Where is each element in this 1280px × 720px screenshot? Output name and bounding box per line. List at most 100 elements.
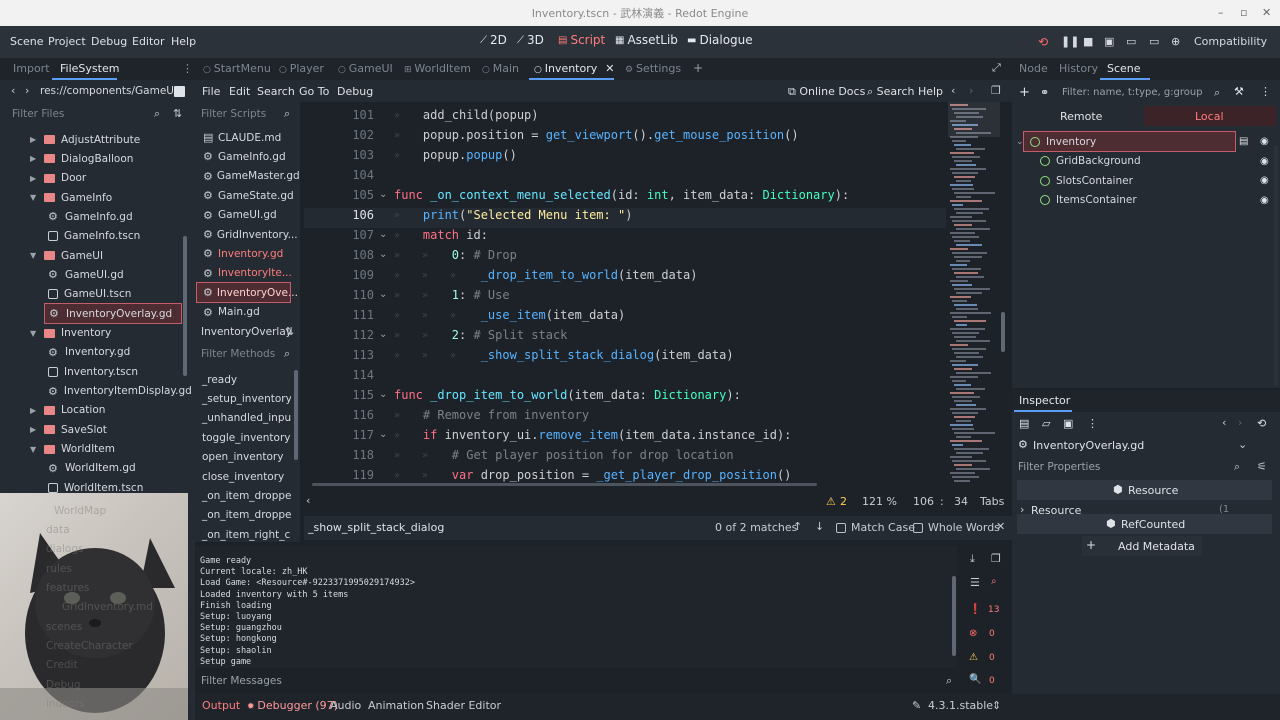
tab-shader-editor[interactable]: Shader Editor [426,699,501,712]
maximize-icon[interactable]: ▫ [1240,6,1247,19]
filesystem-item[interactable]: ▼ WorldItem [0,440,180,459]
scene-node[interactable]: GridBackground ◉ [1012,152,1269,171]
editor-tab-player[interactable]: ○ Player [279,62,324,75]
tab-debugger[interactable]: ✹ Debugger (97) [247,699,338,712]
new-resource-icon[interactable]: ▤ [1019,417,1029,430]
path-field[interactable]: res://components/GameUI/ [40,85,181,97]
remote-tab[interactable]: Remote [1012,106,1144,126]
editor-tab-startmenu[interactable]: ○ StartMenu [203,62,271,75]
menu-debug[interactable]: Debug [91,35,127,48]
filesystem-item[interactable]: ▶ Door [0,169,180,188]
fold-arrow-icon[interactable]: ⌄ [379,289,387,300]
tab-filesystem[interactable]: FileSystem [60,62,119,75]
resource-section-header[interactable]: ⬢ Resource [1017,480,1272,500]
resource-menu-icon[interactable]: ⋮ [1087,417,1098,430]
script-menu-edit[interactable]: Edit [229,85,250,98]
scene-filter-input[interactable]: Filter: name, t:type, g:group ⌕ [1056,84,1226,102]
script-menu-search[interactable]: Search [257,85,295,98]
whole-words-checkbox[interactable] [913,523,923,533]
script-list-item[interactable]: ⚙ InventoryOve... [196,282,298,304]
filter-files-input[interactable]: Filter Files ⌕ ⇅ [6,106,190,124]
search-output-icon[interactable]: ⌕ [991,576,997,587]
script-menu-goto[interactable]: Go To [299,85,329,98]
scene-menu-icon[interactable]: ⋮ [1260,85,1271,98]
tab-animation[interactable]: Animation [368,699,424,712]
fold-arrow-icon[interactable]: ⌄ [379,329,387,340]
add-tab-icon[interactable]: + [693,61,703,75]
sort-icon[interactable]: ⇅ [173,107,182,120]
search-help-button[interactable]: ⌕ Search Help [867,85,943,99]
scene-node[interactable]: ItemsContainer ◉ [1012,191,1269,210]
method-list-item[interactable]: _on_item_right_cl... [195,525,291,544]
filesystem-item[interactable]: ▼ Inventory [0,324,180,343]
clear-output-icon[interactable]: ⤓ [970,552,975,566]
script-list-item[interactable]: ⚙ GameInfo.gd [195,147,295,166]
scene-node[interactable]: ⌄ Inventory ▤ ◉ [1016,131,1269,152]
code-scrollbar[interactable] [1001,312,1005,352]
find-next-icon[interactable]: ↓ [815,520,824,533]
minimap-viewport[interactable] [948,102,1000,137]
collapse-icon[interactable]: ☰ [970,576,980,589]
fold-arrow-icon[interactable]: ⌄ [379,389,387,400]
copy-output-icon[interactable]: ❐ [991,552,1001,565]
method-list-item[interactable]: _on_item_dropped [195,486,291,505]
zoom-icon[interactable]: ⊕ [1171,35,1180,48]
script-attached-icon[interactable]: ▤ [1239,136,1248,147]
filesystem-item[interactable]: GameUI.tscn [0,285,180,304]
tab-node[interactable]: Node [1019,62,1048,75]
distraction-free-icon[interactable]: ⤢ [992,61,1001,75]
script-list-item[interactable]: ⚙ GameMaster.gd [195,167,300,186]
filesystem-item[interactable]: ▼ GameUI [0,246,180,265]
filesystem-item[interactable]: ▶ AdjustAttribute [0,130,180,149]
play-icon[interactable]: ❚❚ [1061,35,1079,48]
link-icon[interactable]: ⚭ [1040,86,1049,99]
zoom-level[interactable]: 121 % [862,495,897,508]
history-icon[interactable]: ⟲ [1257,417,1266,430]
dock-menu-icon[interactable]: ⋮ [182,62,193,75]
menu-project[interactable]: Project [48,35,86,48]
tab-history[interactable]: History [1059,62,1098,75]
tab-import[interactable]: Import [13,62,50,75]
warning-icon[interactable]: ⚠ [826,495,836,508]
workspace-2d[interactable]: ⟋ 2D [480,33,507,47]
float-window-icon[interactable]: ❐ [991,84,1001,97]
scene-node[interactable]: SlotsContainer ◉ [1012,171,1269,190]
editor-tab-main[interactable]: ○ Main [482,62,519,75]
filesystem-item[interactable]: ▶ SaveSlot [0,420,180,439]
chevron-down-icon[interactable]: ▼ [30,329,38,338]
visibility-eye-icon[interactable]: ◉ [1260,195,1269,206]
history-forward-icon[interactable]: › [969,84,973,97]
method-list-item[interactable]: close_inventory [195,467,291,486]
minimize-icon[interactable]: – [1218,6,1224,19]
refcounted-section-header[interactable]: ⬢ RefCounted [1017,514,1272,534]
play-scene-icon[interactable]: ▭ [1126,35,1136,48]
next-object-icon[interactable]: › [1238,416,1242,429]
expand-bottom-panel-icon[interactable]: ⇕ [992,699,1001,712]
filesystem-item[interactable]: ⚙ InventoryOverlay.gd [44,303,182,325]
renderer-select[interactable]: Compatibility [1194,35,1267,48]
match-case-checkbox[interactable] [836,523,846,533]
chevron-down-icon[interactable]: ⌄ [1016,137,1024,147]
toggle-split-icon[interactable] [174,86,185,97]
visibility-eye-icon[interactable]: ◉ [1260,136,1269,147]
menu-help[interactable]: Help [171,35,196,48]
chevron-right-icon[interactable]: ▶ [30,425,38,434]
workspace-assetlib[interactable]: ▦ AssetLib [615,33,678,47]
chevron-down-icon[interactable]: ▼ [30,251,38,260]
filter-properties-input[interactable]: Filter Properties ⌕ ⚟ [1012,458,1280,476]
warnings-filter-icon[interactable]: ⚠ [969,652,978,663]
editor-tab-inventory[interactable]: ○ Inventory ✕ [534,62,614,75]
filesystem-item[interactable]: ⚙ WorldItem.gd [0,459,180,478]
script-list-item[interactable]: ▤ CLAUDE.md [195,128,295,147]
local-tab[interactable]: Local [1144,106,1276,126]
horizontal-scrollbar[interactable] [312,483,817,486]
script-list-item[interactable]: ⚙ Main.gd [195,303,295,322]
toggle-scripts-panel-icon[interactable]: ‹ [306,494,310,507]
sort-icon[interactable]: ⇅ [285,325,294,338]
chevron-right-icon[interactable]: ▶ [30,406,38,415]
filesystem-item[interactable]: ▼ GameInfo [0,188,180,207]
visibility-eye-icon[interactable]: ◉ [1260,175,1269,186]
add-metadata-button[interactable]: + Add Metadata [1082,536,1202,556]
filesystem-scrollbar[interactable] [183,236,187,376]
code-minimap[interactable] [948,102,1000,487]
